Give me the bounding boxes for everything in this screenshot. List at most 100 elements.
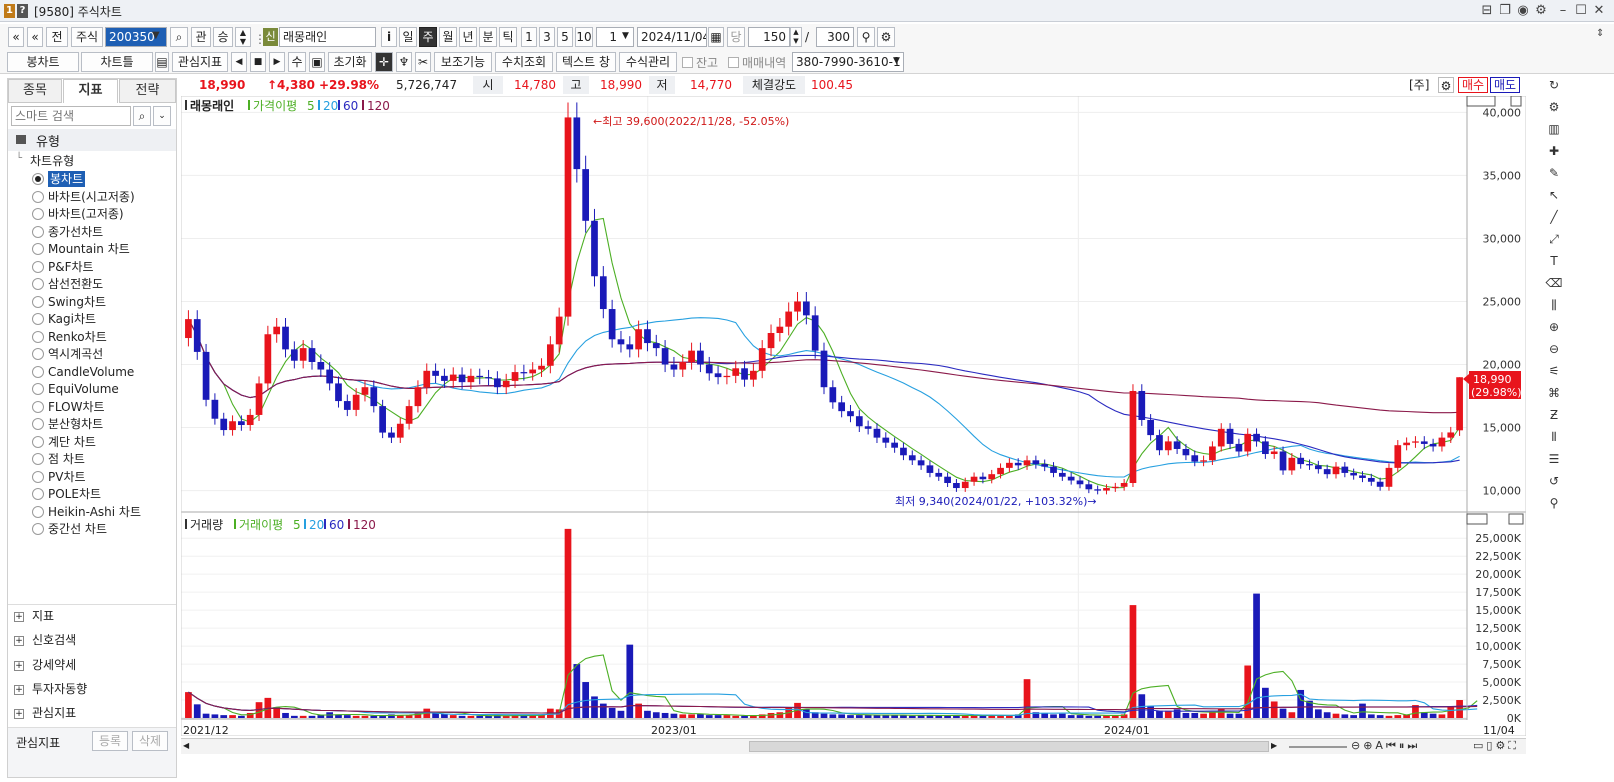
chart-type-radio[interactable] [32,365,44,378]
chart-type-radio[interactable] [32,313,44,325]
group-header[interactable]: 유형 [8,129,176,151]
undo-icon[interactable]: ↺ [1544,472,1564,490]
link-icon[interactable]: ⊟ [1479,3,1495,19]
camera-icon[interactable]: ◉ [1515,3,1531,19]
gear-icon[interactable]: ⚙ [1438,77,1454,93]
refresh-icon[interactable]: ↻ [1544,76,1564,94]
info-button[interactable]: i [381,27,397,47]
chart-type-radio[interactable] [32,400,44,413]
chart-type-radio[interactable] [32,505,44,518]
section-indicators[interactable]: + 지표 [14,605,54,627]
help-icon[interactable]: ? [17,4,28,18]
settings-icon[interactable]: ⚙ [1544,98,1564,116]
total-input[interactable]: 300 [816,27,854,47]
buy-button[interactable]: 매수 [1458,77,1488,93]
chevron-down-icon[interactable]: ▼ [152,30,160,41]
chart-type-label[interactable]: 바차트(시고저종) [48,189,135,205]
reset-button[interactable]: 초기화 [328,52,372,72]
move-cross-icon[interactable]: ✛ [375,52,393,72]
chart-type-radio[interactable] [32,488,44,500]
chart-style-button[interactable]: 봉차트 [7,52,79,72]
chart-type-label[interactable]: Swing차트 [48,294,106,310]
line-icon[interactable]: ╱ [1544,208,1564,226]
seung-button[interactable]: 승 [213,27,233,47]
chart-type-label[interactable]: 분산형차트 [48,416,103,432]
copy-icon[interactable]: ❐ [1497,3,1513,19]
auxiliary-button[interactable]: 보조기능 [434,52,492,72]
scroll-thumb[interactable] [749,741,1269,752]
chart-type-label[interactable]: Mountain 차트 [48,241,130,257]
chart-type-radio[interactable] [32,470,44,483]
chart-type-label[interactable]: POLE차트 [48,486,101,502]
delete-button[interactable]: 삭제 [132,731,168,751]
chart-type-radio[interactable] [32,295,44,308]
scroll-left-icon[interactable]: ◀ [183,741,193,751]
grid-lines-icon[interactable]: ☰ [1544,450,1564,468]
eraser-icon[interactable]: ⌫ [1544,274,1564,292]
multiplier-1-button[interactable]: 1 [521,27,537,47]
chart-type-label[interactable]: EquiVolume [48,381,119,397]
chart-type-label[interactable]: 바차트(고저종) [48,206,124,222]
stock-chart[interactable]: 40,000 35,000 30,000 25,000 20,000 15,000 10,0… [180,95,1527,737]
pointer-icon[interactable]: ↖ [1544,186,1564,204]
candle-icon[interactable]: ⫼ [1544,296,1564,314]
interest-indicator-button[interactable]: 관심지표 [172,52,228,72]
su-button[interactable]: 수 [288,52,306,72]
tab-strategy[interactable]: 전략 [119,79,176,103]
chart-type-radio[interactable] [32,278,44,290]
smart-search-input[interactable] [11,106,131,126]
balance-checkbox[interactable] [682,57,693,68]
pen-icon[interactable]: ✎ [1544,164,1564,182]
settings-gear-icon[interactable]: ⚙ [1533,3,1549,19]
chart-type-radio[interactable] [32,348,44,360]
dang-button[interactable]: 당 [727,27,745,47]
chart-type-radio[interactable] [32,453,44,465]
chart-type-label[interactable]: 점 차트 [48,451,85,467]
magnify-icon[interactable]: ⚲ [1544,494,1564,512]
zoom-in-icon[interactable]: ⊕ [1544,318,1564,336]
chart-scrollbar[interactable]: ◀ ▶ ⊖⊕A⏮⏸⏭ ▭▯⚙⛶ [181,738,1526,754]
fibonacci-icon[interactable]: Ƶ [1544,406,1564,424]
period-month-tab[interactable]: 월 [439,27,457,47]
play-back-icon[interactable]: ◀ [231,52,247,72]
chart-type-label[interactable]: 종가선차트 [48,224,103,240]
gwan-button[interactable]: 관 [191,27,211,47]
scroll-right-icon[interactable]: ▶ [1271,741,1281,751]
subgroup-label[interactable]: 차트유형 [30,152,74,169]
chart-type-radio[interactable] [32,383,44,395]
section-signal-search[interactable]: + 신호검색 [14,629,76,651]
stop-icon[interactable]: ■ [250,52,266,72]
chart-type-label[interactable]: 역시계곡선 [48,346,103,362]
count-input[interactable]: 150 [748,27,790,47]
zoom-icon[interactable]: ⚲ [857,27,875,47]
maximize-button[interactable]: ☐ [1573,3,1589,19]
trades-checkbox[interactable] [728,57,739,68]
chart-type-label[interactable]: FLOW차트 [48,399,105,415]
chart-type-radio[interactable] [32,523,44,535]
chart-area[interactable]: 40,000 35,000 30,000 25,000 20,000 15,000 10,0… [180,95,1527,737]
search-icon[interactable]: ⌕ [170,27,188,47]
magnet-icon[interactable]: ♆ [396,52,412,72]
layout-icon[interactable]: ▣ [309,52,325,72]
stock-type-button[interactable]: 주식 [71,27,103,47]
close-button[interactable]: ✕ [1591,3,1607,19]
account-select[interactable]: 380-7990-3610-1 [792,52,904,72]
prev-button[interactable]: « [8,27,24,47]
crosshair-icon[interactable]: ✚ [1544,142,1564,160]
chart-type-radio[interactable] [32,225,44,238]
ruler-icon[interactable]: ⚟ [1544,362,1564,380]
zoom-slider[interactable] [1289,746,1347,748]
chart-type-radio[interactable] [32,435,44,448]
save-icon[interactable]: ▤ [155,52,169,72]
sell-button[interactable]: 매도 [1490,77,1520,93]
jeon-button[interactable]: 전 [46,27,68,47]
chart-type-label[interactable]: P&F차트 [48,259,94,275]
chart-type-radio[interactable] [32,173,44,185]
chart-type-label[interactable]: Heikin-Ashi 차트 [48,504,141,520]
chevron-down-icon[interactable]: ▼ [622,31,629,41]
chart-icon[interactable]: ▥ [1544,120,1564,138]
bars-icon[interactable]: ⦀ [1544,428,1564,446]
multiplier-5-button[interactable]: 5 [557,27,573,47]
period-week-tab[interactable]: 주 [419,27,437,47]
scissors-icon[interactable]: ✂ [415,52,431,72]
